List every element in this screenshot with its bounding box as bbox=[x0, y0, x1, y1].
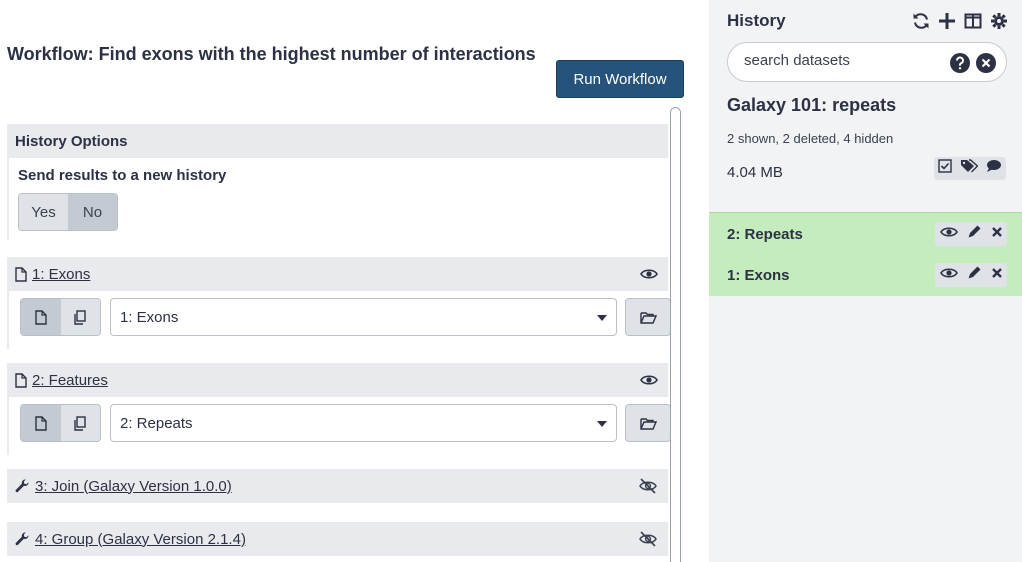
dataset-title[interactable]: 1: Exons bbox=[727, 267, 790, 284]
step-header-1: 1: Exons bbox=[7, 257, 668, 291]
file-icon bbox=[15, 372, 27, 388]
tags-icon[interactable] bbox=[960, 159, 979, 178]
eye-icon[interactable] bbox=[939, 225, 958, 243]
step-header-2: 2: Features bbox=[7, 363, 668, 397]
close-icon[interactable] bbox=[991, 225, 1003, 243]
workflow-run-panel: Workflow: Find exons with the highest nu… bbox=[0, 0, 709, 562]
clear-search-icon[interactable] bbox=[975, 52, 997, 79]
plus-icon[interactable] bbox=[937, 11, 957, 31]
pencil-icon[interactable] bbox=[967, 265, 982, 285]
history-stats[interactable]: 2 shown, 2 deleted, 4 hidden bbox=[727, 131, 893, 146]
eye-icon[interactable] bbox=[939, 266, 958, 284]
step-header-4: 4: Group (Galaxy Version 2.1.4) bbox=[7, 522, 668, 556]
chevron-down-icon bbox=[597, 421, 607, 427]
eye-icon[interactable] bbox=[640, 374, 658, 386]
list-item[interactable]: 1: Exons bbox=[727, 263, 1007, 287]
file-icon bbox=[35, 309, 47, 325]
history-options-header: History Options bbox=[7, 124, 668, 158]
multiple-datasets-button[interactable] bbox=[60, 299, 100, 335]
dataset-input-row: 2: Repeats bbox=[20, 404, 671, 442]
history-name[interactable]: Galaxy 101: repeats bbox=[727, 95, 896, 116]
help-icon[interactable] bbox=[949, 52, 971, 79]
step-title-link[interactable]: 2: Features bbox=[32, 372, 108, 389]
search-datasets-field bbox=[727, 42, 1007, 82]
yes-option[interactable]: Yes bbox=[19, 194, 68, 230]
eye-slash-icon[interactable] bbox=[638, 531, 658, 547]
dataset-select[interactable]: 1: Exons bbox=[110, 298, 617, 336]
step-title-link[interactable]: 4: Group (Galaxy Version 2.1.4) bbox=[35, 531, 246, 548]
folder-open-icon bbox=[639, 417, 657, 430]
browse-datasets-button[interactable] bbox=[625, 298, 671, 336]
refresh-icon[interactable] bbox=[911, 11, 931, 31]
copy-icon bbox=[74, 309, 86, 325]
copy-icon bbox=[74, 415, 86, 431]
single-dataset-button[interactable] bbox=[21, 405, 61, 441]
dataset-select[interactable]: 2: Repeats bbox=[110, 404, 617, 442]
gear-icon[interactable] bbox=[989, 11, 1009, 31]
file-icon bbox=[15, 266, 27, 282]
input-mode-toggle bbox=[20, 404, 101, 442]
workflow-title: Workflow: Find exons with the highest nu… bbox=[7, 44, 536, 64]
step-card-4: 4: Group (Galaxy Version 2.1.4) bbox=[7, 522, 668, 558]
step-title-link[interactable]: 3: Join (Galaxy Version 1.0.0) bbox=[35, 478, 232, 495]
dataset-input-row: 1: Exons bbox=[20, 298, 671, 336]
eye-slash-icon[interactable] bbox=[638, 478, 658, 494]
no-option[interactable]: No bbox=[68, 194, 117, 230]
history-options-body: Send results to a new history Yes No bbox=[7, 158, 668, 240]
run-workflow-button[interactable]: Run Workflow bbox=[556, 60, 684, 98]
scrollbar[interactable] bbox=[670, 107, 681, 562]
file-icon bbox=[35, 415, 47, 431]
history-options-card: History Options Send results to a new hi… bbox=[7, 124, 668, 240]
step-card-1: 1: Exons 1: Exons bbox=[7, 257, 671, 349]
wrench-icon bbox=[15, 478, 30, 494]
step-header-3: 3: Join (Galaxy Version 1.0.0) bbox=[7, 469, 668, 503]
search-input[interactable] bbox=[744, 52, 944, 69]
history-actions bbox=[934, 157, 1006, 180]
pencil-icon[interactable] bbox=[967, 224, 982, 244]
single-dataset-button[interactable] bbox=[21, 299, 61, 335]
step-body-1: 1: Exons bbox=[7, 291, 671, 349]
history-panel: History Galaxy 101: repeats bbox=[709, 0, 1022, 562]
comment-icon[interactable] bbox=[986, 159, 1002, 178]
step-card-2: 2: Features 2: Repeats bbox=[7, 363, 671, 455]
dataset-title[interactable]: 2: Repeats bbox=[727, 226, 803, 243]
multiple-datasets-button[interactable] bbox=[60, 405, 100, 441]
galaxy-app: Workflow: Find exons with the highest nu… bbox=[0, 0, 1022, 562]
dataset-actions bbox=[935, 222, 1007, 246]
list-item[interactable]: 2: Repeats bbox=[727, 222, 1007, 246]
send-to-new-history-toggle: Yes No bbox=[18, 193, 118, 231]
close-icon[interactable] bbox=[991, 266, 1003, 284]
step-card-3: 3: Join (Galaxy Version 1.0.0) bbox=[7, 469, 668, 505]
dataset-select-value: 2: Repeats bbox=[120, 414, 193, 432]
browse-datasets-button[interactable] bbox=[625, 404, 671, 442]
columns-icon[interactable] bbox=[963, 11, 983, 31]
step-title-link[interactable]: 1: Exons bbox=[32, 266, 90, 283]
eye-icon[interactable] bbox=[640, 268, 658, 280]
history-size[interactable]: 4.04 MB bbox=[727, 164, 783, 181]
select-items-icon[interactable] bbox=[938, 159, 952, 178]
step-body-2: 2: Repeats bbox=[7, 397, 671, 455]
history-panel-title: History bbox=[727, 11, 786, 30]
wrench-icon bbox=[15, 531, 30, 547]
history-panel-toolbar bbox=[911, 11, 1009, 31]
input-mode-toggle bbox=[20, 298, 101, 336]
send-to-new-history-label: Send results to a new history bbox=[18, 167, 227, 184]
dataset-select-value: 1: Exons bbox=[120, 308, 179, 326]
chevron-down-icon bbox=[597, 315, 607, 321]
folder-open-icon bbox=[639, 311, 657, 324]
dataset-list: 2: Repeats 1: Exons bbox=[709, 212, 1022, 296]
dataset-actions bbox=[935, 263, 1007, 287]
